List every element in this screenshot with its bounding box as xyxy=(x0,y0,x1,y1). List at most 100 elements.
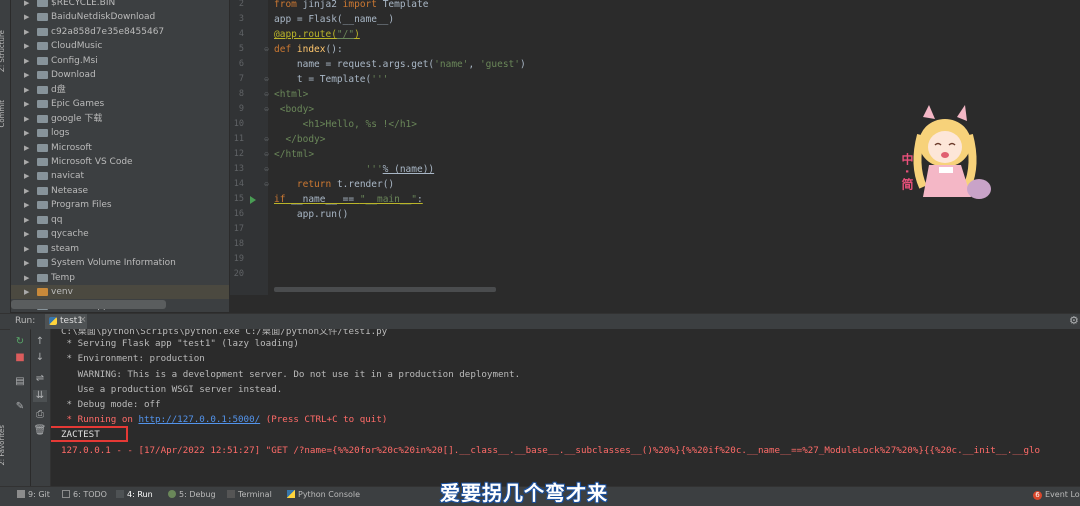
tree-horizontal-scrollbar[interactable] xyxy=(11,300,166,309)
tree-item[interactable]: ▶ venv xyxy=(11,285,229,299)
chevron-right-icon[interactable]: ▶ xyxy=(24,169,29,183)
folder-icon xyxy=(37,100,48,109)
scroll-down-icon[interactable]: ↓ xyxy=(33,352,47,364)
server-url-link[interactable]: http://127.0.0.1:5000/ xyxy=(138,414,260,425)
line-number: 7 xyxy=(238,74,244,84)
tree-item[interactable]: ▶ Microsoft xyxy=(11,141,229,155)
chevron-right-icon[interactable]: ▶ xyxy=(24,112,29,126)
pin-icon[interactable]: ✎ xyxy=(13,401,27,413)
tree-item-label: Config.Msi xyxy=(51,55,98,66)
soft-wrap-icon[interactable]: ⇌ xyxy=(33,373,47,385)
code-line-14: return t.render() xyxy=(296,179,395,190)
console-line-serving: * Serving Flask app "test1" (lazy loadin… xyxy=(61,338,299,349)
tree-item[interactable]: ▶ steam xyxy=(11,242,229,256)
close-icon[interactable]: × xyxy=(79,315,87,325)
python-console-icon xyxy=(287,490,295,498)
code-line-8: <html> xyxy=(274,89,309,100)
line-number: 11 xyxy=(233,134,244,144)
folder-icon xyxy=(37,13,48,22)
scroll-to-end-icon[interactable]: ⇊ xyxy=(33,390,47,402)
debug-tab[interactable]: 5: Debug xyxy=(168,490,216,499)
run-console[interactable]: C:\桌面\python\Scripts\python.exe C:/桌面/py… xyxy=(51,329,1080,486)
event-log-tab[interactable]: 6Event Log xyxy=(1033,490,1080,500)
run-bottom-tab[interactable]: 4: Run xyxy=(116,490,153,499)
tree-item[interactable]: ▶ $RECYCLE.BIN xyxy=(11,0,229,10)
editor-gutter: 2 3 4 5 6 7 8 9 10 11 12 13 14 15 16 17 18 19 20 ⊖ ⊖ ⊖ ⊖ ⊖ ⊖ ⊖ ⊖ xyxy=(230,0,269,295)
folder-icon xyxy=(37,0,48,7)
tree-item[interactable]: ▶ navicat xyxy=(11,169,229,183)
stop-icon[interactable]: ■ xyxy=(13,352,27,364)
run-gutter-icon[interactable] xyxy=(250,196,256,204)
settings-gear-icon[interactable]: ⚙ xyxy=(1069,314,1079,327)
chevron-right-icon[interactable]: ▶ xyxy=(24,0,29,10)
folder-icon xyxy=(37,157,48,166)
tree-item[interactable]: ▶ qycache xyxy=(11,227,229,241)
chevron-right-icon[interactable]: ▶ xyxy=(24,39,29,53)
tree-item[interactable]: ▶ BaiduNetdiskDownload xyxy=(11,10,229,24)
chevron-right-icon[interactable]: ▶ xyxy=(24,141,29,155)
print-icon[interactable]: ⎙ xyxy=(33,409,47,421)
delete-icon[interactable]: 🗑 xyxy=(33,425,47,437)
python-console-tab[interactable]: Python Console xyxy=(287,490,360,499)
chevron-right-icon[interactable]: ▶ xyxy=(24,227,29,241)
chevron-right-icon[interactable]: ▶ xyxy=(24,155,29,169)
code-line-3: app = Flask(__name__) xyxy=(274,14,395,25)
tree-item-label: Netease xyxy=(51,185,89,196)
console-line-environment: * Environment: production xyxy=(61,353,205,364)
tree-item[interactable]: ▶ Temp xyxy=(11,271,229,285)
chevron-right-icon[interactable]: ▶ xyxy=(24,271,29,285)
tree-item-label: Microsoft xyxy=(51,142,92,153)
terminal-tab[interactable]: Terminal xyxy=(227,490,272,499)
layout-icon[interactable]: ▤ xyxy=(13,376,27,388)
tree-item-label: google 下载 xyxy=(51,113,103,124)
terminal-icon xyxy=(227,490,235,498)
tree-item[interactable]: ▶ Epic Games xyxy=(11,97,229,111)
tree-item[interactable]: ▶ qq xyxy=(11,213,229,227)
folder-icon xyxy=(37,56,48,65)
tree-item[interactable]: ▶ Microsoft VS Code xyxy=(11,155,229,169)
folder-icon xyxy=(37,143,48,152)
chevron-right-icon[interactable]: ▶ xyxy=(24,54,29,68)
tree-item[interactable]: ▶ Download xyxy=(11,68,229,82)
chevron-right-icon[interactable]: ▶ xyxy=(24,97,29,111)
tree-item[interactable]: ▶ Netease xyxy=(11,184,229,198)
tree-item-label: venv xyxy=(51,287,73,297)
folder-icon xyxy=(37,230,48,239)
git-icon xyxy=(17,490,25,498)
run-tab-test1[interactable]: test1 × xyxy=(45,314,87,329)
chevron-right-icon[interactable]: ▶ xyxy=(24,256,29,270)
run-panel-header: Run: test1 × ⚙ xyxy=(0,313,1080,330)
tree-item-label: c92a858d7e35e8455467 xyxy=(51,26,165,37)
tree-item[interactable]: ▶ google 下载 xyxy=(11,112,229,126)
tree-item[interactable]: ▶ CloudMusic xyxy=(11,39,229,53)
tree-item[interactable]: ▶ Program Files xyxy=(11,198,229,212)
chevron-right-icon[interactable]: ▶ xyxy=(24,10,29,24)
tree-item[interactable]: ▶ Config.Msi xyxy=(11,54,229,68)
todo-tab[interactable]: 6: TODO xyxy=(62,490,107,499)
chevron-right-icon[interactable]: ▶ xyxy=(24,242,29,256)
chevron-right-icon[interactable]: ▶ xyxy=(24,184,29,198)
tree-item-label: $RECYCLE.BIN xyxy=(51,0,116,8)
rerun-icon[interactable]: ↻ xyxy=(13,336,27,348)
chevron-right-icon[interactable]: ▶ xyxy=(24,213,29,227)
chevron-right-icon[interactable]: ▶ xyxy=(24,126,29,140)
tree-item[interactable]: ▶ logs xyxy=(11,126,229,140)
tree-item[interactable]: ▶ System Volume Information xyxy=(11,256,229,270)
tree-item[interactable]: ▶ d盘 xyxy=(11,83,229,97)
git-tab[interactable]: 9: Git xyxy=(17,490,50,499)
chevron-right-icon[interactable]: ▶ xyxy=(24,83,29,97)
line-number: 19 xyxy=(233,254,244,264)
folder-icon xyxy=(37,244,48,253)
chevron-right-icon[interactable]: ▶ xyxy=(24,285,29,299)
tree-item[interactable]: ▶ c92a858d7e35e8455467 xyxy=(11,25,229,39)
editor-horizontal-scrollbar[interactable] xyxy=(274,287,496,292)
line-number: 5 xyxy=(238,44,244,54)
chevron-right-icon[interactable]: ▶ xyxy=(24,198,29,212)
scroll-up-icon[interactable]: ↑ xyxy=(33,336,47,348)
tree-item-label: d盘 xyxy=(51,84,66,95)
chevron-right-icon[interactable]: ▶ xyxy=(24,25,29,39)
tree-item-label: logs xyxy=(51,128,70,139)
folder-icon xyxy=(37,85,48,94)
chevron-right-icon[interactable]: ▶ xyxy=(24,68,29,82)
code-line-4: @app.route("/") xyxy=(274,29,360,40)
